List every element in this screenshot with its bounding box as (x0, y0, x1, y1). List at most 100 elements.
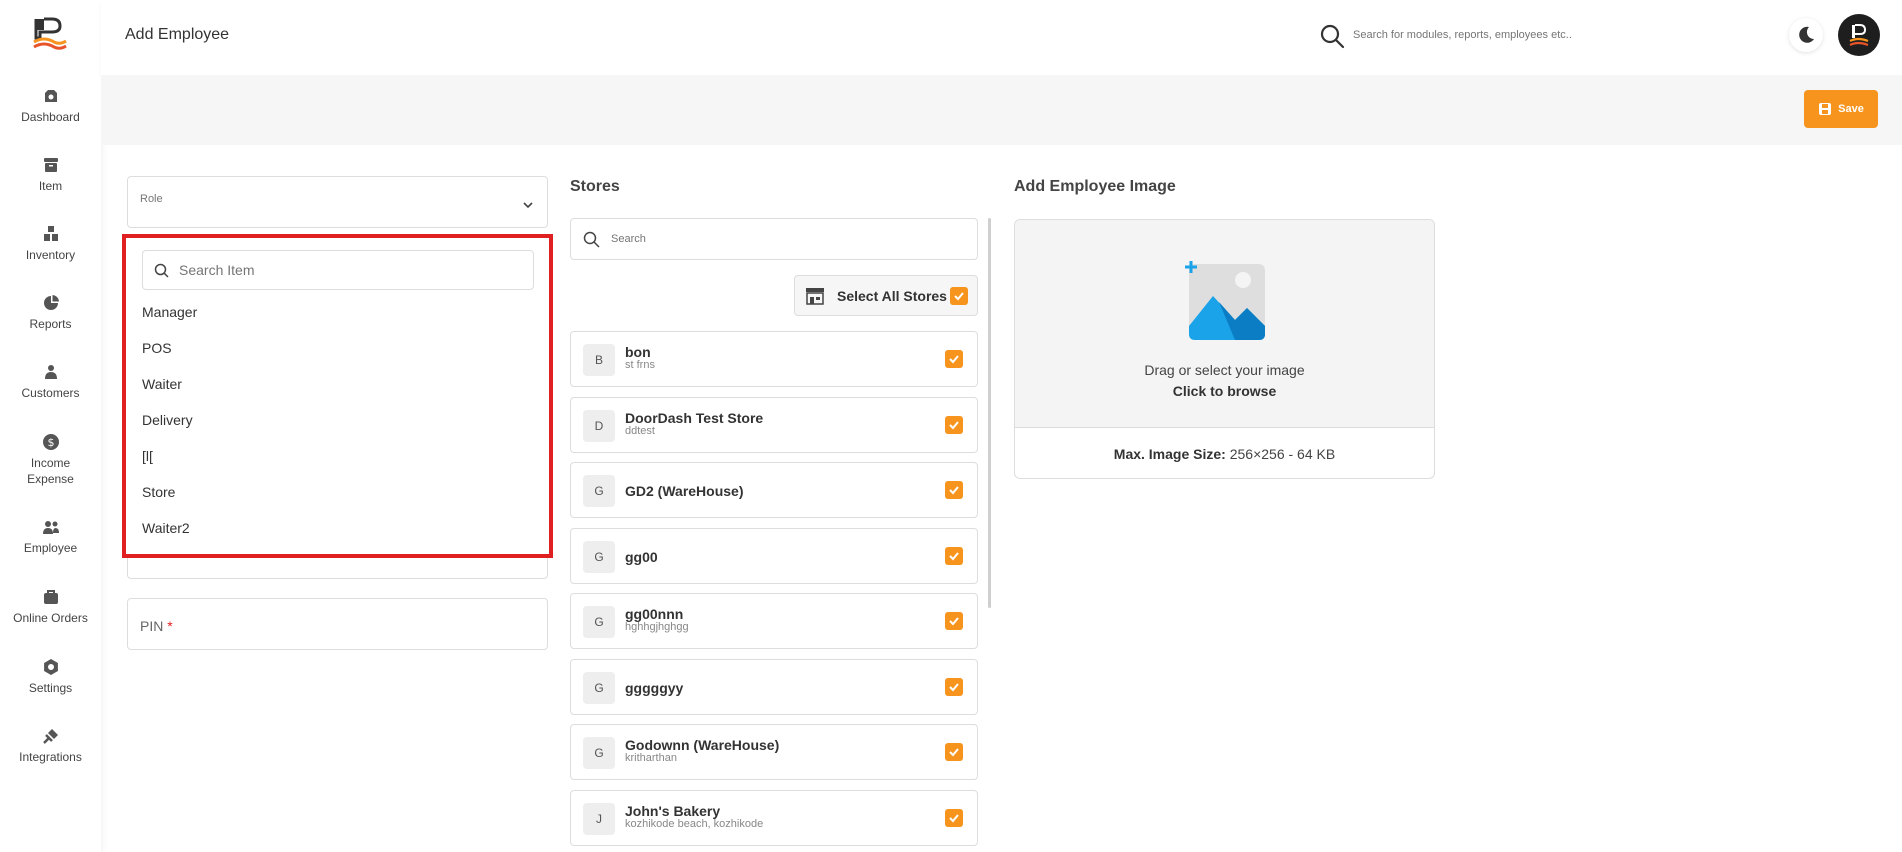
sidebar-item-reports[interactable]: Reports (0, 294, 101, 332)
store-checkbox[interactable] (945, 678, 963, 696)
dropdown-option-pos[interactable]: POS (142, 340, 172, 356)
store-subtitle: kozhikode beach, kozhikode (625, 818, 764, 830)
moon-icon (1799, 26, 1814, 43)
user-logo-icon (1849, 24, 1869, 47)
image-size-value: 256×256 - 64 KB (1229, 446, 1336, 462)
pin-field[interactable]: PIN * (127, 598, 548, 650)
store-name: gg00 (625, 549, 658, 565)
store-letter-avatar: G (583, 475, 615, 507)
store-row[interactable]: G gg00 (570, 528, 978, 584)
store-row[interactable]: G GD2 (WareHouse) (570, 462, 978, 518)
image-section-title: Add Employee Image (1014, 178, 1176, 195)
sidebar-item-inventory[interactable]: Inventory (0, 225, 101, 263)
stores-search-input[interactable] (611, 219, 961, 259)
image-dropzone[interactable]: Drag or select your image Click to brows… (1015, 220, 1434, 428)
required-marker: * (167, 618, 173, 634)
check-icon (949, 421, 959, 430)
search-icon (154, 263, 169, 278)
store-name: GD2 (WareHouse) (625, 483, 744, 499)
sidebar-item-label: Item (38, 179, 63, 193)
store-row[interactable]: G gggggyy (570, 659, 978, 715)
sidebar-item-label: Reports (29, 317, 72, 331)
sidebar-item-settings[interactable]: Settings (0, 658, 101, 696)
sidebar-item-label: Income Expense (27, 456, 74, 486)
avatar[interactable] (1838, 14, 1880, 56)
store-name: DoorDash Test Store (625, 410, 764, 426)
dropdown-option-manager[interactable]: Manager (142, 304, 197, 320)
sidebar-item-label: Settings (28, 681, 73, 695)
store-checkbox[interactable] (945, 612, 963, 630)
search-icon[interactable] (1319, 23, 1345, 49)
image-size-hint: Max. Image Size: 256×256 - 64 KB (1015, 446, 1434, 462)
theme-toggle-button[interactable] (1789, 18, 1823, 52)
action-bar: Save (101, 75, 1902, 145)
store-row[interactable]: J John's Bakery kozhikode beach, kozhiko… (570, 790, 978, 846)
sidebar-item-dashboard[interactable]: Dashboard (0, 87, 101, 125)
check-icon (949, 683, 959, 692)
global-search-input[interactable] (1353, 20, 1653, 50)
sidebar-item-online-orders[interactable]: Online Orders (0, 588, 101, 626)
employee-icon (42, 521, 59, 534)
app-logo[interactable] (30, 16, 68, 52)
store-name: Godownn (WareHouse) (625, 737, 780, 753)
sidebar-item-integrations[interactable]: Integrations (0, 727, 101, 765)
store-letter-avatar: D (583, 410, 615, 442)
store-row[interactable]: B bon st frns (570, 331, 978, 387)
check-icon (949, 617, 959, 626)
sidebar-item-income-expense[interactable]: $ Income Expense (0, 433, 101, 487)
image-browse-link[interactable]: Click to browse (1015, 383, 1434, 399)
image-drag-text: Drag or select your image (1144, 362, 1305, 378)
dropdown-search-input[interactable] (179, 251, 519, 289)
role-select[interactable]: Role (127, 176, 548, 228)
image-upload-box: Drag or select your image Click to brows… (1014, 219, 1435, 479)
dropdown-option-delivery[interactable]: Delivery (142, 412, 193, 428)
check-icon (954, 292, 964, 301)
item-box-icon (43, 158, 58, 172)
store-checkbox[interactable] (945, 547, 963, 565)
sidebar-item-employee[interactable]: Employee (0, 518, 101, 556)
store-checkbox[interactable] (945, 350, 963, 368)
save-label: Save (1838, 103, 1864, 115)
sidebar-item-label: Integrations (19, 750, 82, 764)
pie-chart-icon (43, 295, 59, 310)
stores-scrollbar[interactable] (988, 218, 991, 608)
sidebar-item-label: Dashboard (21, 110, 80, 124)
sidebar-item-item[interactable]: Item (0, 156, 101, 194)
select-all-checkbox[interactable] (950, 287, 968, 305)
sidebar-item-customers[interactable]: Customers (0, 363, 101, 401)
dropdown-option-waiter[interactable]: Waiter (142, 376, 182, 392)
role-dropdown-menu: Manager POS Waiter Delivery [l[ Store Wa… (122, 234, 553, 558)
check-icon (949, 748, 959, 757)
sidebar-item-label: Online Orders (13, 611, 88, 625)
store-subtitle: kritharthan (625, 752, 677, 764)
sidebar-item-label: Employee (23, 541, 78, 555)
role-label: Role (140, 193, 163, 205)
store-checkbox[interactable] (945, 416, 963, 434)
select-all-label: Select All Stores (837, 288, 947, 304)
store-name: gg00nnn (625, 606, 684, 622)
dropdown-option-waiter2[interactable]: Waiter2 (142, 520, 190, 536)
store-letter-avatar: G (583, 606, 615, 638)
store-name: bon (625, 344, 651, 360)
store-row[interactable]: G Godownn (WareHouse) kritharthan (570, 724, 978, 780)
dollar-icon: $ (42, 434, 59, 450)
sidebar-item-label: Inventory (25, 248, 76, 262)
dropdown-option-misc[interactable]: [l[ (142, 448, 153, 464)
store-name: John's Bakery (625, 803, 721, 819)
store-letter-avatar: G (583, 541, 615, 573)
store-letter-avatar: G (583, 672, 615, 704)
pin-label-text: PIN (140, 618, 164, 634)
store-checkbox[interactable] (945, 809, 963, 827)
store-letter-avatar: G (583, 737, 615, 769)
store-row[interactable]: G gg00nnn hghhgjhghgg (570, 593, 978, 649)
check-icon (949, 355, 959, 364)
dropdown-option-store[interactable]: Store (142, 484, 175, 500)
save-button[interactable]: Save (1804, 90, 1878, 128)
select-all-stores[interactable]: Select All Stores (794, 275, 978, 316)
svg-text:$: $ (47, 436, 54, 449)
top-header: Add Employee (101, 0, 1902, 75)
store-row[interactable]: D DoorDash Test Store ddtest (570, 397, 978, 453)
store-checkbox[interactable] (945, 481, 963, 499)
image-size-label: Max. Image Size: (1113, 446, 1226, 462)
store-checkbox[interactable] (945, 743, 963, 761)
